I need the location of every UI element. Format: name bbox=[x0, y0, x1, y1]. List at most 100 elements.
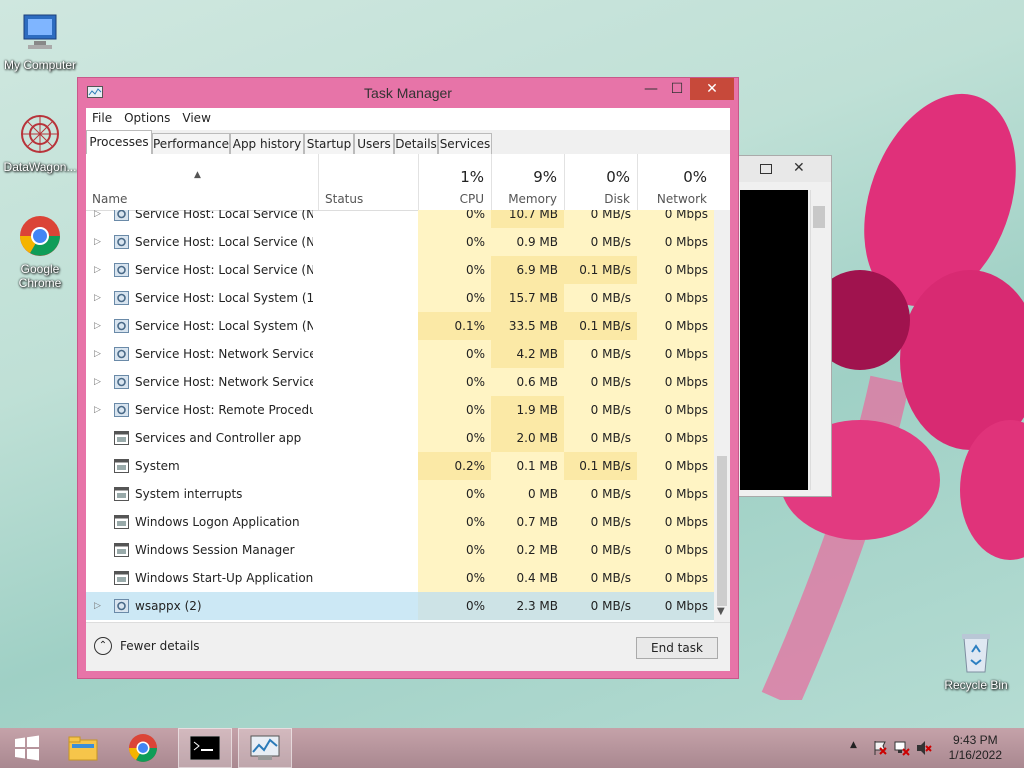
task-manager-icon bbox=[250, 735, 280, 760]
start-button[interactable] bbox=[0, 728, 54, 768]
console-title-bar[interactable]: ✕ bbox=[738, 156, 831, 182]
fewer-details-button[interactable]: ⌃ Fewer details bbox=[94, 637, 200, 655]
desktop-icon-google-chrome[interactable]: Google Chrome bbox=[0, 214, 80, 290]
column-memory[interactable]: 9% Memory bbox=[491, 154, 565, 210]
show-hidden-icons-icon[interactable]: ▲ bbox=[850, 740, 857, 750]
expand-arrow-icon[interactable]: ▷ bbox=[94, 592, 104, 620]
menu-view[interactable]: View bbox=[176, 108, 216, 128]
volume-muted-icon[interactable] bbox=[916, 740, 932, 759]
expand-arrow-icon[interactable]: ▷ bbox=[94, 228, 104, 256]
maximize-button[interactable]: ☐ bbox=[664, 78, 690, 100]
tab-details[interactable]: Details bbox=[394, 133, 438, 154]
action-center-flag-icon[interactable] bbox=[872, 740, 888, 759]
disk-cell: 0 MB/s bbox=[564, 210, 637, 228]
tab-app-history[interactable]: App history bbox=[230, 133, 304, 154]
table-row[interactable]: ▷ Service Host: Network Service (... 0%0.6… bbox=[86, 368, 714, 396]
table-row[interactable]: ▷ Service Host: Local System (15) 0% 15.7 M… bbox=[86, 284, 714, 312]
tab-processes[interactable]: Processes bbox=[86, 130, 152, 155]
process-name: System bbox=[135, 459, 180, 473]
network-cell: 0 Mbps bbox=[637, 228, 714, 256]
recycle-bin-icon bbox=[962, 634, 990, 673]
tab-performance[interactable]: Performance bbox=[152, 133, 230, 154]
maximize-icon[interactable] bbox=[760, 164, 772, 174]
taskbar-chrome[interactable] bbox=[116, 728, 170, 768]
process-name: Service Host: Network Service (... bbox=[135, 375, 313, 389]
desktop-icon-label: My Computer bbox=[3, 58, 77, 72]
column-name[interactable]: Name bbox=[92, 192, 127, 206]
column-disk[interactable]: 0% Disk bbox=[564, 154, 638, 210]
process-name: Service Host: Local System (Net... bbox=[135, 319, 313, 333]
memory-cell: 1.9 MB bbox=[491, 396, 564, 424]
clock-date: 1/16/2022 bbox=[948, 748, 1002, 762]
table-row[interactable]: Windows Session Manager 0% 0.2 MB 0 MB/s 0 M… bbox=[86, 536, 714, 564]
disk-cell: 0.1 MB/s bbox=[564, 256, 637, 284]
vertical-scrollbar[interactable]: ▼ bbox=[714, 210, 730, 622]
disk-cell: 0 MB/s bbox=[564, 228, 637, 256]
desktop-icon-recycle-bin[interactable]: Recycle Bin bbox=[936, 630, 1016, 692]
menu-options[interactable]: Options bbox=[118, 108, 176, 128]
expand-arrow-icon[interactable]: ▷ bbox=[94, 396, 104, 424]
memory-cell: 0.1 MB bbox=[491, 452, 564, 480]
expand-arrow-icon[interactable]: ▷ bbox=[94, 256, 104, 284]
table-row[interactable]: ▷ wsappx (2) 0% 2.3 MB 0 MB/s 0 Mbps bbox=[86, 592, 714, 620]
process-list: ▷Service Host: Local Service (Net...0%10… bbox=[86, 210, 714, 622]
table-row[interactable]: System interrupts 0% 0 MB 0 MB/s 0 Mbps bbox=[86, 480, 714, 508]
cpu-label: CPU bbox=[459, 192, 484, 206]
expand-arrow-icon[interactable]: ▷ bbox=[94, 312, 104, 340]
table-row[interactable]: ▷ Service Host: Local System (Net... 0.1%3… bbox=[86, 312, 714, 340]
close-button[interactable]: ✕ bbox=[690, 78, 734, 100]
clock[interactable]: 9:43 PM 1/16/2022 bbox=[949, 733, 1002, 763]
network-cell: 0 Mbps bbox=[637, 368, 714, 396]
column-cpu[interactable]: 1% CPU bbox=[418, 154, 492, 210]
network-label: Network bbox=[656, 192, 707, 206]
service-host-gear-icon bbox=[114, 263, 129, 277]
cpu-cell: 0% bbox=[418, 228, 491, 256]
column-status-cell[interactable]: Status bbox=[318, 154, 419, 210]
column-network[interactable]: 0% Network bbox=[637, 154, 715, 210]
table-row[interactable]: System 0.2% 0.1 MB 0.1 MB/s 0 Mbps bbox=[86, 452, 714, 480]
expand-arrow-icon[interactable]: ▷ bbox=[94, 210, 104, 228]
tab-services[interactable]: Services bbox=[438, 133, 492, 154]
table-row[interactable]: ▷ Service Host: Remote Procedure... 0%1.9 … bbox=[86, 396, 714, 424]
table-row[interactable]: ▷ Service Host: Local Service (Net... 0%10… bbox=[86, 210, 714, 228]
expand-arrow-icon[interactable]: ▷ bbox=[94, 368, 104, 396]
close-icon[interactable]: ✕ bbox=[793, 160, 805, 176]
desktop-icon-datawagon[interactable]: DataWagon... bbox=[0, 112, 80, 174]
expand-arrow-icon[interactable]: ▷ bbox=[94, 340, 104, 368]
chevron-up-icon: ⌃ bbox=[94, 637, 112, 655]
network-cell: 0 Mbps bbox=[637, 256, 714, 284]
taskbar-command-prompt[interactable] bbox=[178, 728, 232, 768]
process-name: Windows Session Manager bbox=[135, 543, 295, 557]
console-scrollbar[interactable] bbox=[810, 190, 827, 490]
start-icon bbox=[15, 735, 39, 761]
table-row[interactable]: ▷Service Host: Local Service (No l...0%0… bbox=[86, 228, 714, 256]
tab-startup[interactable]: Startup bbox=[304, 133, 354, 154]
network-cell: 0 Mbps bbox=[637, 536, 714, 564]
service-host-gear-icon bbox=[114, 375, 129, 389]
table-row[interactable]: Windows Start-Up Application 0% 0.4 MB 0 MB… bbox=[86, 564, 714, 592]
title-bar[interactable]: Task Manager — ☐ ✕ bbox=[78, 78, 738, 108]
process-name: Windows Logon Application bbox=[135, 515, 300, 529]
table-row[interactable]: ▷ Service Host: Local Service (No ... 0%6.… bbox=[86, 256, 714, 284]
network-cell: 0 Mbps bbox=[637, 564, 714, 592]
background-console-window[interactable]: ✕ bbox=[737, 155, 832, 497]
scrollbar-thumb[interactable] bbox=[717, 456, 727, 606]
network-icon[interactable] bbox=[894, 740, 910, 759]
network-cell: 0 Mbps bbox=[637, 284, 714, 312]
tab-users[interactable]: Users bbox=[354, 133, 394, 154]
taskbar-task-manager[interactable] bbox=[238, 728, 292, 768]
menu-file[interactable]: File bbox=[86, 108, 118, 128]
table-row[interactable]: Windows Logon Application 0% 0.7 MB 0 MB/s 0… bbox=[86, 508, 714, 536]
minimize-button[interactable]: — bbox=[638, 78, 664, 100]
scroll-down-icon[interactable]: ▼ bbox=[717, 606, 725, 617]
desktop-icon-my-computer[interactable]: My Computer bbox=[0, 10, 80, 72]
end-task-button[interactable]: End task bbox=[636, 637, 718, 659]
table-row[interactable]: ▷ Service Host: Network Service (4) 0%4.2 … bbox=[86, 340, 714, 368]
disk-cell: 0 MB/s bbox=[564, 368, 637, 396]
desktop-icon-label: Google Chrome bbox=[18, 262, 62, 290]
memory-cell: 4.2 MB bbox=[491, 340, 564, 368]
table-row[interactable]: Services and Controller app 0% 2.0 MB 0 MB/… bbox=[86, 424, 714, 452]
expand-arrow-icon[interactable]: ▷ bbox=[94, 284, 104, 312]
cpu-cell: 0% bbox=[418, 508, 491, 536]
taskbar-file-explorer[interactable] bbox=[56, 728, 110, 768]
